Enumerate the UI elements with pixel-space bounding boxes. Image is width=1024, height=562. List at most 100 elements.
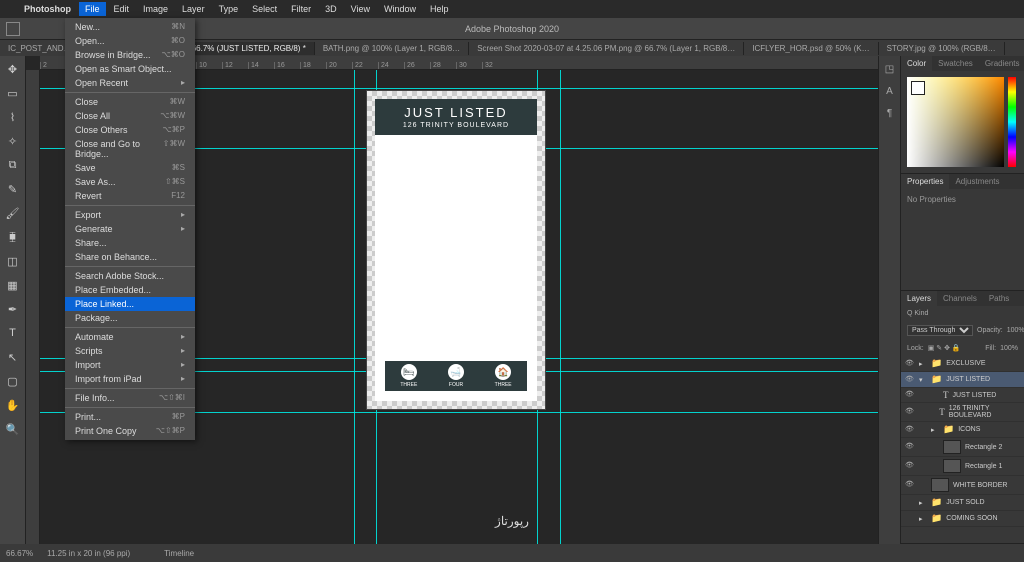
zoom-tool[interactable]: 🔍 bbox=[4, 420, 22, 438]
visibility-icon[interactable]: 👁 bbox=[905, 390, 915, 400]
menuitem-place-embedded[interactable]: Place Embedded... bbox=[65, 283, 195, 297]
menuitem-save[interactable]: Save⌘S bbox=[65, 161, 195, 175]
tab-swatches[interactable]: Swatches bbox=[932, 56, 979, 71]
menu-type[interactable]: Type bbox=[213, 2, 245, 16]
shape-tool[interactable]: ▢ bbox=[4, 372, 22, 390]
visibility-icon[interactable] bbox=[905, 498, 915, 508]
menuitem-share[interactable]: Share... bbox=[65, 236, 195, 250]
zoom-readout[interactable]: 66.67% bbox=[6, 549, 33, 558]
menu-select[interactable]: Select bbox=[246, 2, 283, 16]
menu-window[interactable]: Window bbox=[378, 2, 422, 16]
menuitem-package[interactable]: Package... bbox=[65, 311, 195, 325]
guide-v[interactable] bbox=[560, 70, 561, 544]
doc-tab[interactable]: ICFLYER_HOR.psd @ 50% (K… bbox=[744, 42, 878, 55]
menuitem-close-others[interactable]: Close Others⌥⌘P bbox=[65, 123, 195, 137]
eyedropper-tool[interactable]: ✎ bbox=[4, 180, 22, 198]
home-button[interactable] bbox=[6, 22, 20, 36]
layer-row[interactable]: ▸📁JUST SOLD bbox=[901, 495, 1024, 511]
color-picker[interactable] bbox=[907, 77, 1004, 167]
tab-layers[interactable]: Layers bbox=[901, 291, 937, 306]
visibility-icon[interactable]: 👁 bbox=[905, 480, 915, 490]
menu-file[interactable]: File bbox=[79, 2, 106, 16]
menuitem-search-adobe-stock[interactable]: Search Adobe Stock... bbox=[65, 269, 195, 283]
menuitem-share-on-behance[interactable]: Share on Behance... bbox=[65, 250, 195, 264]
menuitem-import-from-ipad[interactable]: Import from iPad▸ bbox=[65, 372, 195, 386]
path-tool[interactable]: ↖ bbox=[4, 348, 22, 366]
layer-row[interactable]: 👁▸📁EXCLUSIVE bbox=[901, 356, 1024, 372]
menu-filter[interactable]: Filter bbox=[285, 2, 317, 16]
pen-tool[interactable]: ✒ bbox=[4, 300, 22, 318]
menuitem-close-and-go-to-bridge[interactable]: Close and Go to Bridge...⇧⌘W bbox=[65, 137, 195, 161]
tab-properties[interactable]: Properties bbox=[901, 174, 949, 189]
blend-mode-select[interactable]: Pass Through bbox=[907, 325, 973, 336]
menuitem-import[interactable]: Import▸ bbox=[65, 358, 195, 372]
menu-image[interactable]: Image bbox=[137, 2, 174, 16]
menu-edit[interactable]: Edit bbox=[108, 2, 136, 16]
doc-tab[interactable]: STORY.jpg @ 100% (RGB/8… bbox=[879, 42, 1005, 55]
history-icon[interactable]: ◳ bbox=[883, 62, 897, 76]
menuitem-file-info[interactable]: File Info...⌥⇧⌘I bbox=[65, 391, 195, 405]
character-icon[interactable]: A bbox=[883, 84, 897, 98]
menuitem-place-linked[interactable]: Place Linked... bbox=[65, 297, 195, 311]
layer-row[interactable]: 👁WHITE BORDER bbox=[901, 476, 1024, 495]
menuitem-close[interactable]: Close⌘W bbox=[65, 95, 195, 109]
hue-slider[interactable] bbox=[1008, 77, 1016, 167]
marquee-tool[interactable]: ▭ bbox=[4, 84, 22, 102]
menuitem-close-all[interactable]: Close All⌥⌘W bbox=[65, 109, 195, 123]
menuitem-browse-in-bridge[interactable]: Browse in Bridge...⌥⌘O bbox=[65, 48, 195, 62]
eraser-tool[interactable]: ◫ bbox=[4, 252, 22, 270]
stamp-tool[interactable]: ⧯ bbox=[4, 228, 22, 246]
ruler-vertical[interactable] bbox=[26, 70, 40, 544]
gradient-tool[interactable]: ▦ bbox=[4, 276, 22, 294]
menuitem-automate[interactable]: Automate▸ bbox=[65, 330, 195, 344]
menuitem-save-as[interactable]: Save As...⇧⌘S bbox=[65, 175, 195, 189]
menu-3d[interactable]: 3D bbox=[319, 2, 343, 16]
wand-tool[interactable]: ✧ bbox=[4, 132, 22, 150]
menuitem-open-recent[interactable]: Open Recent▸ bbox=[65, 76, 195, 90]
tab-paths[interactable]: Paths bbox=[983, 291, 1015, 306]
lasso-tool[interactable]: ⌇ bbox=[4, 108, 22, 126]
layer-row[interactable]: ▸📁COMING SOON bbox=[901, 511, 1024, 527]
menuitem-print[interactable]: Print...⌘P bbox=[65, 410, 195, 424]
menuitem-revert[interactable]: RevertF12 bbox=[65, 189, 195, 203]
layer-row[interactable]: 👁▾📁JUST LISTED bbox=[901, 372, 1024, 388]
brush-tool[interactable]: 🖌 bbox=[4, 204, 22, 222]
doc-tab[interactable]: BATH.png @ 100% (Layer 1, RGB/8… bbox=[315, 42, 469, 55]
layer-row[interactable]: 👁▸📁ICONS bbox=[901, 422, 1024, 438]
menu-layer[interactable]: Layer bbox=[176, 2, 211, 16]
crop-tool[interactable]: ⧉ bbox=[4, 156, 22, 174]
visibility-icon[interactable]: 👁 bbox=[905, 407, 914, 417]
opacity-value[interactable]: 100% bbox=[1007, 327, 1024, 334]
menuitem-export[interactable]: Export▸ bbox=[65, 208, 195, 222]
menuitem-new[interactable]: New...⌘N bbox=[65, 20, 195, 34]
visibility-icon[interactable] bbox=[905, 514, 915, 524]
menuitem-print-one-copy[interactable]: Print One Copy⌥⇧⌘P bbox=[65, 424, 195, 438]
visibility-icon[interactable]: 👁 bbox=[905, 461, 915, 471]
doc-tab[interactable]: Screen Shot 2020-03-07 at 4.25.06 PM.png… bbox=[469, 42, 744, 55]
app-name[interactable]: Photoshop bbox=[18, 2, 77, 16]
timeline-toggle[interactable]: Timeline bbox=[164, 549, 194, 558]
tab-channels[interactable]: Channels bbox=[937, 291, 983, 306]
fill-value[interactable]: 100% bbox=[1000, 345, 1018, 352]
menu-help[interactable]: Help bbox=[424, 2, 455, 16]
layer-row[interactable]: 👁Rectangle 1 bbox=[901, 457, 1024, 476]
tab-color[interactable]: Color bbox=[901, 56, 932, 71]
menu-view[interactable]: View bbox=[345, 2, 376, 16]
artboard[interactable]: JUST LISTED 126 TRINITY BOULEVARD 🛏THREE… bbox=[366, 90, 546, 410]
tab-gradients[interactable]: Gradients bbox=[979, 56, 1024, 71]
hand-tool[interactable]: ✋ bbox=[4, 396, 22, 414]
foreground-swatch[interactable] bbox=[911, 81, 925, 95]
layer-row[interactable]: 👁TJUST LISTED bbox=[901, 388, 1024, 403]
visibility-icon[interactable]: 👁 bbox=[905, 442, 915, 452]
layer-row[interactable]: 👁T126 TRINITY BOULEVARD bbox=[901, 403, 1024, 422]
menuitem-generate[interactable]: Generate▸ bbox=[65, 222, 195, 236]
menuitem-open[interactable]: Open...⌘O bbox=[65, 34, 195, 48]
visibility-icon[interactable]: 👁 bbox=[905, 359, 915, 369]
tab-adjustments[interactable]: Adjustments bbox=[949, 174, 1005, 189]
menuitem-open-as-smart-object[interactable]: Open as Smart Object... bbox=[65, 62, 195, 76]
menuitem-scripts[interactable]: Scripts▸ bbox=[65, 344, 195, 358]
guide-v[interactable] bbox=[354, 70, 355, 544]
type-tool[interactable]: T bbox=[4, 324, 22, 342]
visibility-icon[interactable]: 👁 bbox=[905, 375, 915, 385]
visibility-icon[interactable]: 👁 bbox=[905, 425, 915, 435]
